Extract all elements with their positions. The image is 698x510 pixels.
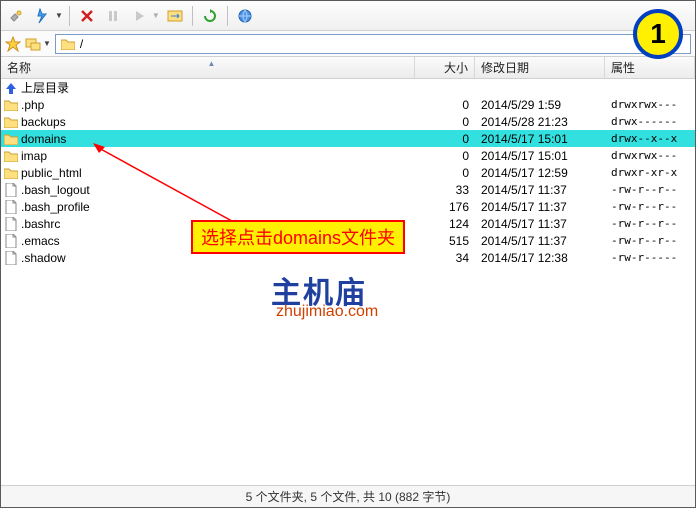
up-arrow-icon [3, 80, 19, 96]
column-header-attr[interactable]: 属性 [605, 57, 695, 78]
file-date: 2014/5/17 11:37 [475, 183, 605, 197]
separator [69, 6, 70, 26]
file-attr: drwxrwx--- [605, 98, 695, 111]
path-input[interactable]: / [55, 34, 691, 54]
column-header-date[interactable]: 修改日期 [475, 57, 605, 78]
annotation-callout: 选择点击domains文件夹 [191, 220, 405, 254]
quickconnect-button[interactable] [31, 5, 53, 27]
folder-icon [3, 97, 19, 113]
folder-row[interactable]: public_html 02014/5/17 12:59drwxr-xr-x [1, 164, 695, 181]
file-size: 0 [415, 115, 475, 129]
separator [192, 6, 193, 26]
connect-button[interactable] [5, 5, 27, 27]
file-row[interactable]: .bash_profile 1762014/5/17 11:37-rw-r--r-… [1, 198, 695, 215]
file-attr: -rw-r--r-- [605, 217, 695, 230]
cancel-button[interactable] [76, 5, 98, 27]
file-date: 2014/5/17 15:01 [475, 149, 605, 163]
globe-icon [237, 8, 253, 24]
file-size: 0 [415, 166, 475, 180]
file-attr: drwx------ [605, 115, 695, 128]
remote-button[interactable] [234, 5, 256, 27]
sort-asc-icon: ▲ [208, 59, 216, 68]
path-bar: ▼ / [1, 31, 695, 57]
parent-dir-row[interactable]: 上层目录 [1, 79, 695, 96]
folder-row[interactable]: imap 02014/5/17 15:01drwxrwx--- [1, 147, 695, 164]
file-size: 0 [415, 98, 475, 112]
dropdown-icon[interactable]: ▼ [152, 11, 160, 20]
play-icon [131, 8, 147, 24]
watermark-url: zhujimiao.com [276, 303, 378, 321]
dropdown-icon[interactable]: ▼ [55, 11, 63, 20]
plug-icon [8, 8, 24, 24]
file-name: imap [21, 149, 47, 163]
file-icon [3, 199, 19, 215]
folder-icon [3, 165, 19, 181]
file-name: public_html [21, 166, 82, 180]
file-name: .php [21, 98, 44, 112]
file-name: domains [21, 132, 66, 146]
column-header-name[interactable]: 名称▲ [1, 57, 415, 78]
file-name: backups [21, 115, 66, 129]
pause-icon [105, 8, 121, 24]
column-header-size[interactable]: 大小 [415, 57, 475, 78]
file-size: 124 [415, 217, 475, 231]
folder-icon [60, 36, 76, 52]
x-icon [79, 8, 95, 24]
status-bar: 5 个文件夹, 5 个文件, 共 10 (882 字节) [1, 485, 695, 507]
file-date: 2014/5/17 12:38 [475, 251, 605, 265]
refresh-button[interactable] [199, 5, 221, 27]
file-icon [3, 233, 19, 249]
column-header-row: 名称▲ 大小 修改日期 属性 [1, 57, 695, 79]
path-text: / [80, 37, 83, 51]
file-size: 34 [415, 251, 475, 265]
file-attr: drwx--x--x [605, 132, 695, 145]
file-name: .bash_logout [21, 183, 90, 197]
transfer-icon [167, 8, 183, 24]
file-size: 515 [415, 234, 475, 248]
file-icon [3, 182, 19, 198]
pause-button[interactable] [102, 5, 124, 27]
folder-icon [3, 131, 19, 147]
file-date: 2014/5/17 15:01 [475, 132, 605, 146]
file-attr: drwxr-xr-x [605, 166, 695, 179]
file-size: 176 [415, 200, 475, 214]
file-attr: -rw-r--r-- [605, 183, 695, 196]
refresh-icon [202, 8, 218, 24]
file-size: 0 [415, 132, 475, 146]
file-size: 0 [415, 149, 475, 163]
file-name: .bash_profile [21, 200, 90, 214]
file-name: .emacs [21, 234, 60, 248]
folder-icon [3, 114, 19, 130]
main-toolbar: ▼ ▼ [1, 1, 695, 31]
folder-tree-icon[interactable] [25, 36, 41, 52]
file-attr: -rw-r----- [605, 251, 695, 264]
ftp-window: ▼ ▼ ▼ / 名称▲ 大小 修改日期 属性 上层目录 .php02014/5/… [0, 0, 696, 508]
lightning-icon [34, 8, 50, 24]
folder-row[interactable]: backups 02014/5/28 21:23drwx------ [1, 113, 695, 130]
file-name: .shadow [21, 251, 66, 265]
folder-row[interactable]: domains 02014/5/17 15:01drwx--x--x [1, 130, 695, 147]
file-row[interactable]: .bash_logout 332014/5/17 11:37-rw-r--r-- [1, 181, 695, 198]
dropdown-icon[interactable]: ▼ [43, 39, 51, 48]
file-attr: -rw-r--r-- [605, 200, 695, 213]
file-date: 2014/5/17 12:59 [475, 166, 605, 180]
file-date: 2014/5/17 11:37 [475, 200, 605, 214]
favorite-icon[interactable] [5, 36, 21, 52]
folder-row[interactable]: .php 02014/5/29 1:59drwxrwx--- [1, 96, 695, 113]
file-size: 33 [415, 183, 475, 197]
step-badge: 1 [633, 9, 683, 59]
file-icon [3, 250, 19, 266]
file-icon [3, 216, 19, 232]
file-date: 2014/5/29 1:59 [475, 98, 605, 112]
file-date: 2014/5/17 11:37 [475, 217, 605, 231]
file-attr: drwxrwx--- [605, 149, 695, 162]
separator [227, 6, 228, 26]
play-button[interactable] [128, 5, 150, 27]
folder-icon [3, 148, 19, 164]
file-name: .bashrc [21, 217, 60, 231]
file-date: 2014/5/17 11:37 [475, 234, 605, 248]
file-date: 2014/5/28 21:23 [475, 115, 605, 129]
file-attr: -rw-r--r-- [605, 234, 695, 247]
transfer-button[interactable] [164, 5, 186, 27]
